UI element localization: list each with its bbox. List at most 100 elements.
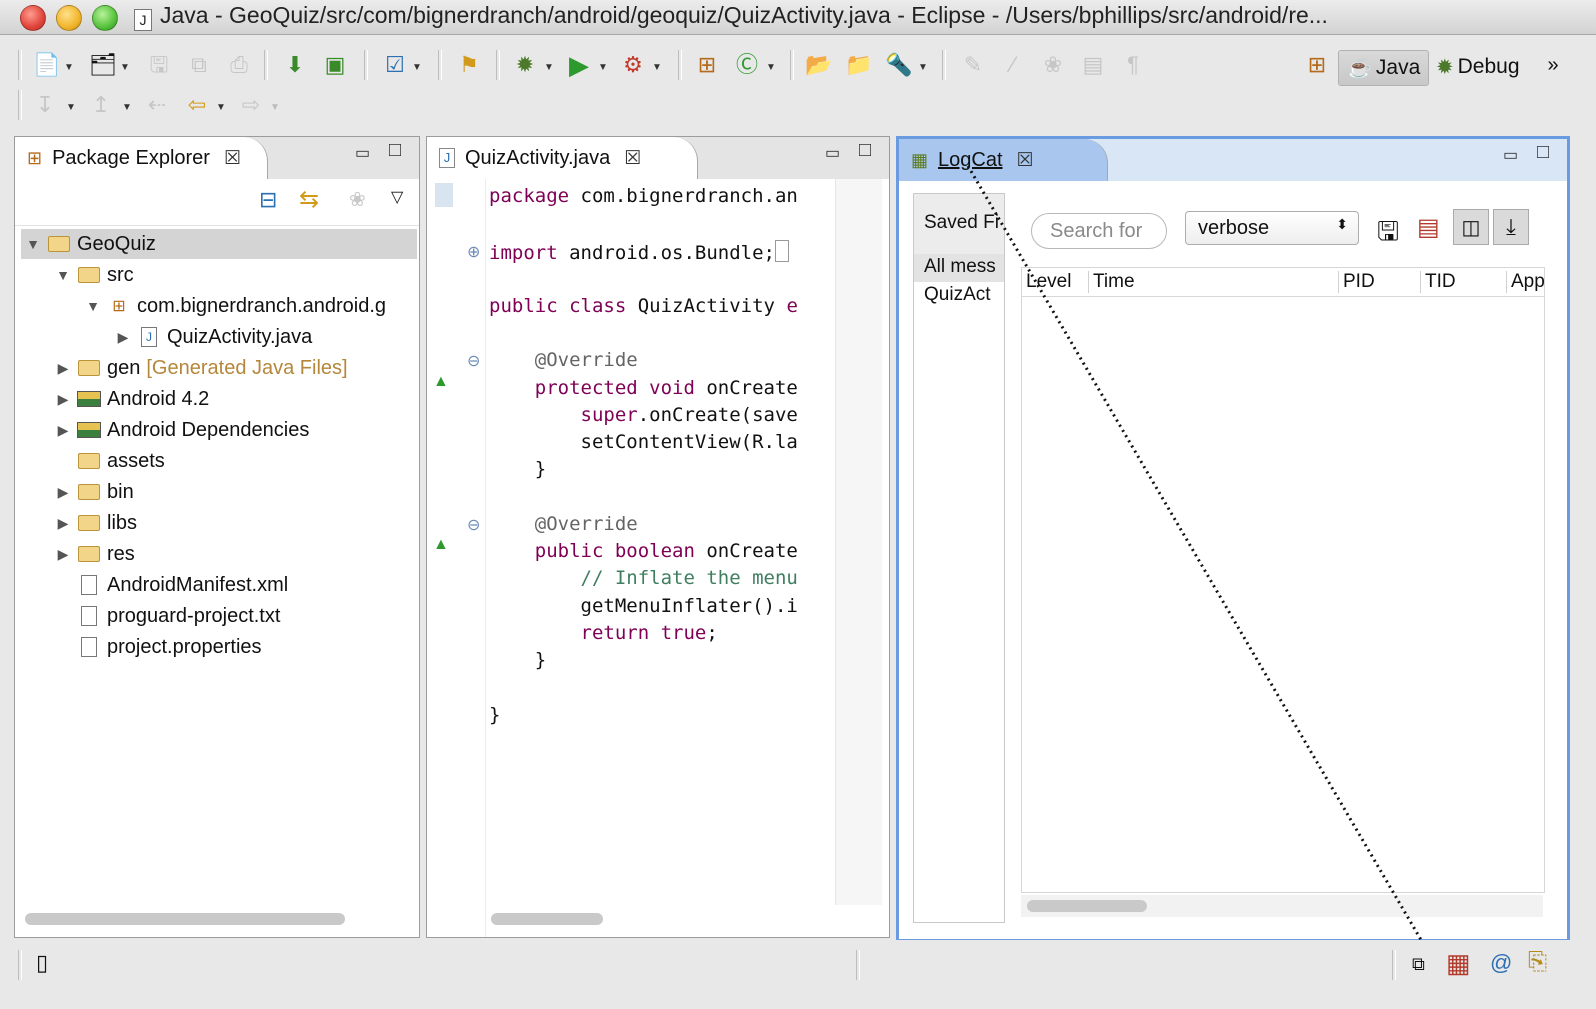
collapse-fold-icon[interactable]: ⊖	[467, 515, 480, 535]
declaration-icon[interactable]: ⎘	[1528, 948, 1547, 976]
chevron-down-icon[interactable]: ▼	[270, 102, 280, 113]
new-project-icon[interactable]: 🗂	[89, 52, 117, 78]
code-line[interactable]: @Override	[489, 513, 833, 535]
search-icon[interactable]: 🔦	[885, 52, 912, 78]
chevron-down-icon[interactable]: ▼	[544, 62, 554, 73]
chevron-down-icon[interactable]: ▼	[122, 102, 132, 113]
collapsed-triangle-icon[interactable]: ▶	[55, 391, 71, 408]
maximize-view-icon[interactable]: □	[1537, 141, 1549, 164]
expanded-triangle-icon[interactable]: ▼	[85, 298, 101, 314]
tree-item[interactable]: ▶ res	[55, 539, 135, 569]
print-icon[interactable]: ⎙	[226, 52, 252, 78]
close-icon[interactable]: ☒	[224, 147, 241, 170]
perspective-java[interactable]: ☕ Java	[1338, 50, 1430, 86]
new-package-icon[interactable]: ⊞	[694, 52, 720, 78]
collapsed-triangle-icon[interactable]: ▶	[55, 515, 71, 532]
toggle-mark-occurrences-icon[interactable]: ✎	[960, 52, 986, 78]
tab-quizactivity-java[interactable]: J QuizActivity.java ☒	[427, 137, 698, 179]
new-android-project-icon[interactable]: ⚑	[456, 52, 482, 78]
code-line[interactable]: }	[489, 649, 833, 671]
code-line[interactable]: }	[489, 458, 833, 480]
link-with-editor-icon[interactable]: ⇆	[299, 185, 319, 214]
code-line[interactable]: @Override	[489, 349, 833, 371]
save-log-icon[interactable]: 🖫	[1377, 213, 1399, 257]
expanded-triangle-icon[interactable]: ▼	[55, 267, 71, 283]
log-table-scrollbar[interactable]	[1027, 900, 1147, 912]
new-icon[interactable]: 📄	[33, 52, 60, 78]
chevron-down-icon[interactable]: ▼	[66, 102, 76, 113]
package-explorer-scrollbar[interactable]	[25, 913, 345, 925]
code-line[interactable]: package com.bignerdranch.an	[489, 185, 833, 207]
tree-item[interactable]: proguard-project.txt	[55, 601, 280, 631]
tree-item[interactable]: ▼ ⊞ com.bignerdranch.android.g	[85, 291, 386, 321]
code-line[interactable]: // Inflate the menu	[489, 567, 833, 589]
fast-view-icon[interactable]: ▯	[36, 950, 48, 976]
maximize-view-icon[interactable]: □	[859, 139, 871, 162]
filter-item-quizactivity[interactable]: QuizAct	[924, 284, 991, 306]
chevron-down-icon[interactable]: ▼	[918, 62, 928, 73]
restore-icon[interactable]: ⧉	[1412, 954, 1425, 975]
tree-item[interactable]: ▶ Android 4.2	[55, 384, 210, 414]
tree-item[interactable]: ▶ bin	[55, 477, 134, 507]
filter-item-all-messages[interactable]: All mess	[924, 256, 996, 278]
code-line[interactable]: setContentView(R.la	[489, 431, 833, 453]
tree-item[interactable]: ▶ gen [Generated Java Files]	[55, 353, 348, 383]
code-line[interactable]: public class QuizActivity e	[489, 295, 833, 317]
open-type-icon[interactable]: 📂	[805, 52, 832, 78]
column-application[interactable]: App	[1506, 271, 1545, 293]
collapsed-triangle-icon[interactable]: ▶	[55, 546, 71, 563]
chevron-down-icon[interactable]: ▼	[120, 62, 130, 73]
tree-item[interactable]: AndroidManifest.xml	[55, 570, 288, 600]
chevron-down-icon[interactable]: ▼	[64, 62, 74, 73]
zoom-window-button[interactable]	[92, 5, 118, 31]
close-icon[interactable]: ☒	[1017, 149, 1034, 172]
folded-code-box-icon[interactable]	[774, 240, 789, 262]
close-window-button[interactable]	[20, 5, 46, 31]
next-annotation-icon[interactable]: ↧	[32, 92, 58, 118]
column-level[interactable]: Level	[1026, 271, 1071, 293]
log-level-select[interactable]: verbose ⬍	[1185, 211, 1359, 245]
external-tools-icon[interactable]: ⚙	[620, 52, 646, 78]
tree-item[interactable]: project.properties	[55, 632, 262, 662]
javadoc-icon[interactable]: @	[1490, 950, 1512, 976]
android-avd-manager-icon[interactable]: ▣	[322, 52, 348, 78]
focus-on-task-icon[interactable]: ❀	[349, 187, 366, 212]
back-icon[interactable]: ⇦	[184, 92, 210, 118]
collapsed-triangle-icon[interactable]: ▶	[115, 329, 131, 346]
save-icon[interactable]: 🖫	[146, 52, 172, 78]
collapse-all-icon[interactable]: ⊟	[259, 187, 277, 213]
override-indicator-icon[interactable]: ▲	[433, 373, 449, 391]
view-menu-icon[interactable]: ▽	[391, 187, 403, 207]
code-line[interactable]: }	[489, 704, 833, 726]
perspective-debug[interactable]: ✹ Debug	[1428, 50, 1528, 84]
code-line[interactable]: return true;	[489, 622, 833, 644]
code-line[interactable]: protected void onCreate	[489, 377, 833, 399]
minimize-window-button[interactable]	[56, 5, 82, 31]
toggle-highlight-icon[interactable]: ⁄	[1000, 52, 1026, 78]
tree-item[interactable]: ▼ src	[55, 260, 134, 290]
collapsed-triangle-icon[interactable]: ▶	[55, 422, 71, 439]
collapsed-triangle-icon[interactable]: ▶	[55, 360, 71, 377]
minimize-view-icon[interactable]: ▭	[355, 143, 370, 163]
code-line[interactable]: getMenuInflater().i	[489, 595, 833, 617]
clear-log-icon[interactable]: ▤	[1417, 213, 1440, 242]
tree-item[interactable]: ▶ J QuizActivity.java	[115, 322, 313, 352]
expanded-triangle-icon[interactable]: ▼	[25, 236, 41, 252]
chevron-down-icon[interactable]: ▼	[598, 62, 608, 73]
show-whitespace-icon[interactable]: ¶	[1120, 52, 1146, 78]
open-resource-icon[interactable]: 📁	[845, 52, 872, 78]
block-selection-icon[interactable]: ❀	[1040, 52, 1066, 78]
close-icon[interactable]: ☒	[624, 147, 641, 170]
perspective-overflow-button[interactable]: »	[1540, 52, 1566, 78]
override-indicator-icon[interactable]: ▲	[433, 536, 449, 554]
maximize-view-icon[interactable]: □	[389, 139, 401, 162]
tab-logcat[interactable]: ▦ LogCat ☒	[899, 139, 1108, 181]
editor-scrollbar[interactable]	[491, 913, 603, 925]
tree-item[interactable]: ▶ libs	[55, 508, 137, 538]
debug-icon[interactable]: ✹	[512, 52, 538, 78]
chevron-down-icon[interactable]: ▼	[216, 102, 226, 113]
tree-item[interactable]: assets	[55, 446, 165, 476]
column-pid[interactable]: PID	[1338, 271, 1375, 293]
show-source-icon[interactable]: ▤	[1080, 52, 1106, 78]
forward-icon[interactable]: ⇨	[238, 92, 264, 118]
